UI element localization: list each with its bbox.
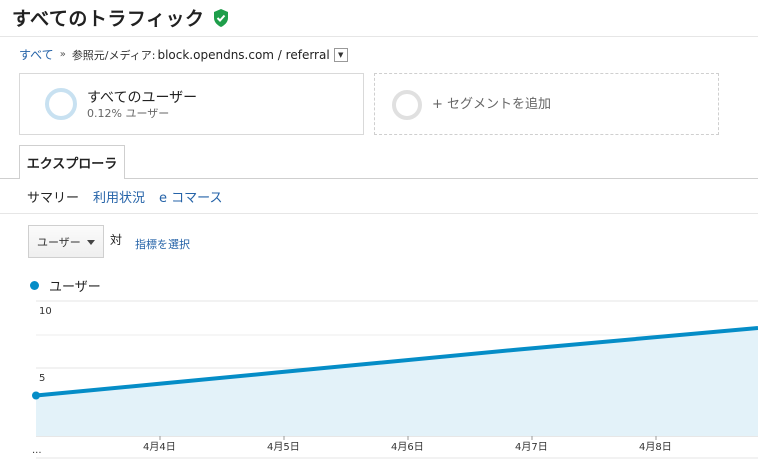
add-segment-label: + セグメントを追加: [432, 97, 552, 112]
segment-ring-icon: [45, 88, 77, 120]
segment-name: すべてのユーザー: [87, 90, 198, 106]
data-point-start[interactable]: [32, 391, 40, 400]
legend-series-label: ユーザー: [49, 280, 101, 295]
select-metric-link[interactable]: 指標を選択: [135, 236, 190, 252]
subtab-ecommerce[interactable]: e コマース: [159, 187, 222, 206]
x-tick-2: 4月5日: [267, 441, 300, 453]
x-tick-1: 4月4日: [143, 441, 176, 453]
subtab-summary[interactable]: サマリー: [27, 187, 79, 206]
segment-card-all-users[interactable]: すべてのユーザー 0.12% ユーザー: [19, 73, 364, 135]
x-ticks: ... 4月4日 4月5日 4月6日 4月7日 4月8日: [32, 436, 672, 456]
breadcrumb-dimension-value: block.opendns.com / referral: [157, 47, 330, 62]
vs-label: 対: [110, 233, 123, 247]
chart-legend: ユーザー: [30, 276, 101, 295]
tab-explorer[interactable]: エクスプローラ: [19, 145, 125, 179]
y-tick-5: 5: [39, 373, 45, 384]
line-chart: 10 5 ... 4月4日 4月5日 4月6日 4月7日 4月8日: [32, 300, 758, 459]
legend-dot-icon: [30, 281, 39, 290]
x-tick-3: 4月6日: [391, 441, 424, 453]
breadcrumb-root-link[interactable]: すべて: [19, 46, 54, 63]
y-tick-10: 10: [39, 306, 52, 317]
x-tick-5: 4月8日: [639, 441, 672, 453]
breadcrumb: すべて » 参照元/メディア: block.opendns.com / refe…: [19, 46, 348, 63]
shield-check-icon: [213, 8, 228, 27]
x-tick-4: 4月7日: [515, 441, 548, 453]
title-row: すべてのトラフィック: [12, 4, 229, 31]
chevron-down-icon[interactable]: ▼: [333, 47, 348, 62]
x-tick-0: ...: [32, 445, 42, 456]
add-segment-button[interactable]: + セグメントを追加: [374, 73, 719, 135]
area-fill: [36, 328, 758, 436]
subtab-usage[interactable]: 利用状況: [93, 187, 145, 206]
page-title: すべてのトラフィック: [12, 8, 205, 30]
segment-share: 0.12% ユーザー: [87, 107, 170, 120]
metric-select-value: ユーザー: [37, 235, 81, 249]
empty-segment-ring-icon: [392, 90, 422, 120]
caret-down-icon: [87, 240, 95, 245]
metric-select[interactable]: ユーザー: [28, 225, 104, 258]
subtab-divider: [0, 213, 758, 214]
breadcrumb-dimension-label: 参照元/メディア:: [71, 48, 156, 62]
subtab-bar: サマリー 利用状況 e コマース: [27, 187, 237, 206]
header-divider: [0, 36, 758, 37]
breadcrumb-separator: »: [59, 49, 66, 60]
